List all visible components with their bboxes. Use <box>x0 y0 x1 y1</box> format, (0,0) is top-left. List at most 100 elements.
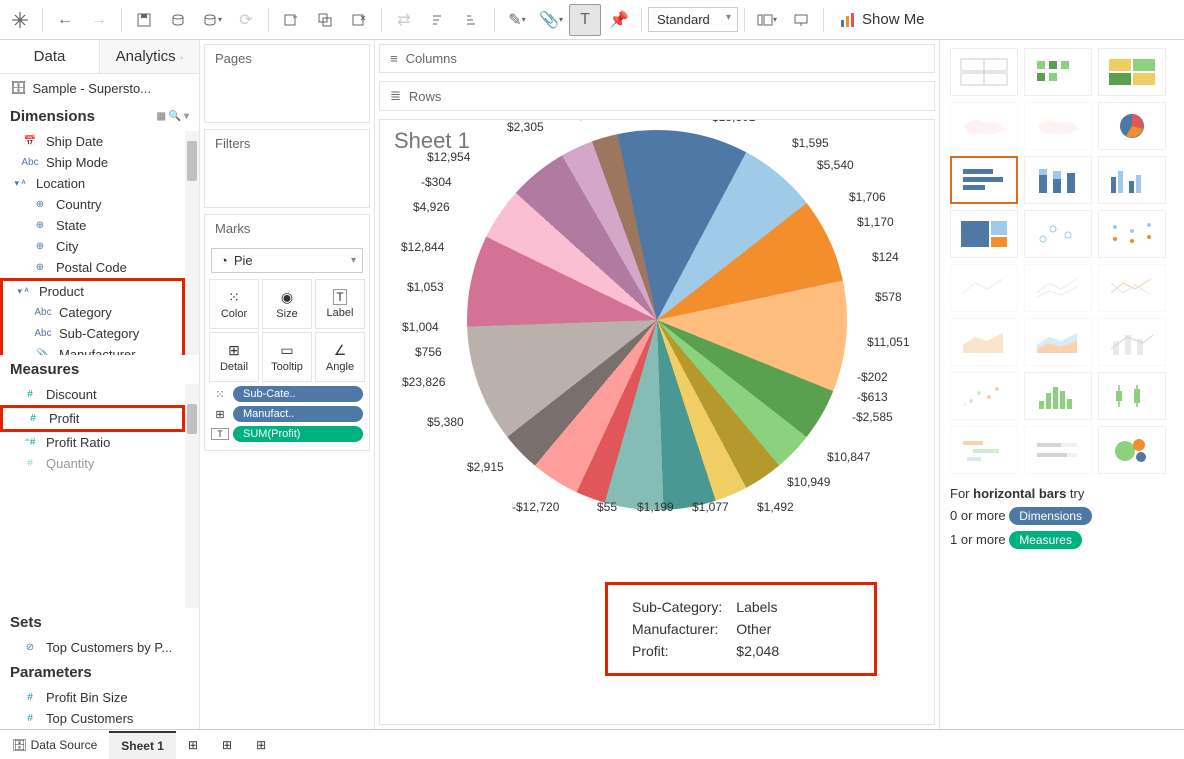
new-worksheet-button[interactable] <box>275 4 307 36</box>
sm-histogram[interactable] <box>1024 372 1092 420</box>
pin-button[interactable]: 📌 <box>603 4 635 36</box>
mark-tooltip-button[interactable]: ▭Tooltip <box>262 332 312 382</box>
pages-shelf[interactable]: Pages <box>204 44 370 123</box>
field-state[interactable]: ⊕State <box>0 215 185 236</box>
field-manufacturer[interactable]: 📎Manufacturer <box>3 344 182 355</box>
sm-text-table[interactable] <box>950 48 1018 96</box>
datasource-row[interactable]: 🗄 Sample - Supersto... <box>0 74 199 102</box>
back-button[interactable]: ← <box>49 4 81 36</box>
field-sub-category[interactable]: AbcSub-Category <box>3 323 182 344</box>
tab-data-source[interactable]: 🗄 Data Source <box>0 732 109 758</box>
pie-slice-label: -$613 <box>857 390 888 404</box>
angle-icon: ∠ <box>334 342 347 359</box>
sm-pie[interactable] <box>1098 102 1166 150</box>
mark-color-button[interactable]: ⁙Color <box>209 279 259 329</box>
sm-line-discrete[interactable] <box>1024 264 1092 312</box>
new-dashboard-button[interactable]: ⊞ <box>210 732 244 758</box>
pie-slice-label: -$4,432 <box>562 119 603 122</box>
field-profit[interactable]: #Profit <box>3 408 182 429</box>
clear-button[interactable] <box>343 4 375 36</box>
sm-highlight-table[interactable] <box>1098 48 1166 96</box>
sm-packed-bubbles[interactable] <box>1098 426 1166 474</box>
labels-button[interactable]: T <box>569 4 601 36</box>
sm-horizontal-bars[interactable] <box>950 156 1018 204</box>
mark-size-button[interactable]: ◉Size <box>262 279 312 329</box>
filters-shelf[interactable]: Filters <box>204 129 370 208</box>
sm-symbol-map[interactable] <box>950 102 1018 150</box>
field-profit-bin-size[interactable]: #Profit Bin Size <box>0 687 199 708</box>
field-top-customers-set[interactable]: ⊘Top Customers by P... <box>0 637 199 658</box>
detail-icon: ⊞ <box>211 408 229 421</box>
sm-heatmap[interactable] <box>1024 48 1092 96</box>
showme-toggle[interactable]: Show Me <box>830 7 935 32</box>
field-ship-date[interactable]: 📅Ship Date <box>0 131 185 152</box>
sm-circle-views[interactable] <box>1024 210 1092 258</box>
field-city[interactable]: ⊕City <box>0 236 185 257</box>
folder-product[interactable]: ▾ ᴬProduct <box>3 281 182 302</box>
group-button[interactable]: 📎▾ <box>535 4 567 36</box>
sm-dual-line[interactable] <box>1098 264 1166 312</box>
new-datasource-button[interactable] <box>162 4 194 36</box>
sm-line-continuous[interactable] <box>950 264 1018 312</box>
sm-area-discrete[interactable] <box>1024 318 1092 366</box>
sm-dual-combo[interactable] <box>1098 318 1166 366</box>
mark-detail-button[interactable]: ⊞Detail <box>209 332 259 382</box>
pie-slice-label: $55 <box>597 500 617 514</box>
highlight-button[interactable]: ✎▾ <box>501 4 533 36</box>
sm-boxplot[interactable] <box>1098 372 1166 420</box>
save-button[interactable] <box>128 4 160 36</box>
sort-desc-button[interactable] <box>456 4 488 36</box>
field-quantity[interactable]: #Quantity <box>0 453 185 474</box>
scrollbar[interactable] <box>185 131 199 355</box>
tab-sheet1[interactable]: Sheet 1 <box>109 731 176 759</box>
folder-location[interactable]: ▾ ᴬLocation <box>0 173 185 194</box>
field-profit-ratio[interactable]: ⁼#Profit Ratio <box>0 432 185 453</box>
number-icon: # <box>20 692 40 703</box>
sm-filled-map[interactable] <box>1024 102 1092 150</box>
scrollbar[interactable] <box>185 384 199 608</box>
field-category[interactable]: AbcCategory <box>3 302 182 323</box>
sort-asc-button[interactable] <box>422 4 454 36</box>
field-country[interactable]: ⊕Country <box>0 194 185 215</box>
sm-gantt[interactable] <box>950 426 1018 474</box>
mark-label-button[interactable]: TLabel <box>315 279 365 329</box>
pill-subcategory[interactable]: ⁙Sub-Cate.. <box>211 386 363 402</box>
sm-treemap[interactable] <box>950 210 1018 258</box>
field-postal-code[interactable]: ⊕Postal Code <box>0 257 185 278</box>
mark-type-dropdown[interactable]: ◔ Pie <box>211 248 363 273</box>
sm-bullet[interactable] <box>1024 426 1092 474</box>
refresh-button[interactable]: ⟳ <box>230 4 262 36</box>
data-pane: Data Analytics ◦ 🗄 Sample - Supersto... … <box>0 40 200 729</box>
new-sheet-button[interactable]: ⊞ <box>176 732 210 758</box>
datasource-name: Sample - Supersto... <box>33 81 152 96</box>
sm-stacked-bars[interactable] <box>1024 156 1092 204</box>
tab-analytics[interactable]: Analytics ◦ <box>99 40 199 73</box>
visualization[interactable]: Sheet 1 $2,305-$4,432$697$133$15,301$1,5… <box>379 119 935 725</box>
field-top-customers-param[interactable]: #Top Customers <box>0 708 199 729</box>
field-discount[interactable]: #Discount <box>0 384 185 405</box>
pill-manufacturer[interactable]: ⊞Manufact.. <box>211 406 363 422</box>
sm-area-continuous[interactable] <box>950 318 1018 366</box>
show-cards-button[interactable]: ▾ <box>751 4 783 36</box>
tableau-logo[interactable] <box>4 4 36 36</box>
new-story-button[interactable]: ⊞ <box>244 732 278 758</box>
fit-dropdown[interactable]: Standard <box>648 7 738 32</box>
columns-shelf[interactable]: ≡ Columns <box>379 44 935 73</box>
presentation-button[interactable] <box>785 4 817 36</box>
rows-shelf[interactable]: ≣ Rows <box>379 81 935 111</box>
sm-side-circles[interactable] <box>1098 210 1166 258</box>
field-ship-mode[interactable]: AbcShip Mode <box>0 152 185 173</box>
measures-list: #Discount #Profit ⁼#Profit Ratio #Quanti… <box>0 384 199 608</box>
swap-button[interactable]: ⇄ <box>388 4 420 36</box>
pill-sum-profit[interactable]: TSUM(Profit) <box>211 426 363 442</box>
sm-scatter[interactable]: + <box>950 372 1018 420</box>
clip-icon: 📎 <box>33 349 53 355</box>
autosave-button[interactable]: ▾ <box>196 4 228 36</box>
tab-data[interactable]: Data <box>0 40 99 73</box>
forward-button[interactable]: → <box>83 4 115 36</box>
tooltip-key-subcategory: Sub-Category: <box>626 597 728 617</box>
sm-side-bars[interactable] <box>1098 156 1166 204</box>
duplicate-button[interactable] <box>309 4 341 36</box>
tooltip: Sub-Category:Labels Manufacturer:Other P… <box>605 582 877 676</box>
mark-angle-button[interactable]: ∠Angle <box>315 332 365 382</box>
